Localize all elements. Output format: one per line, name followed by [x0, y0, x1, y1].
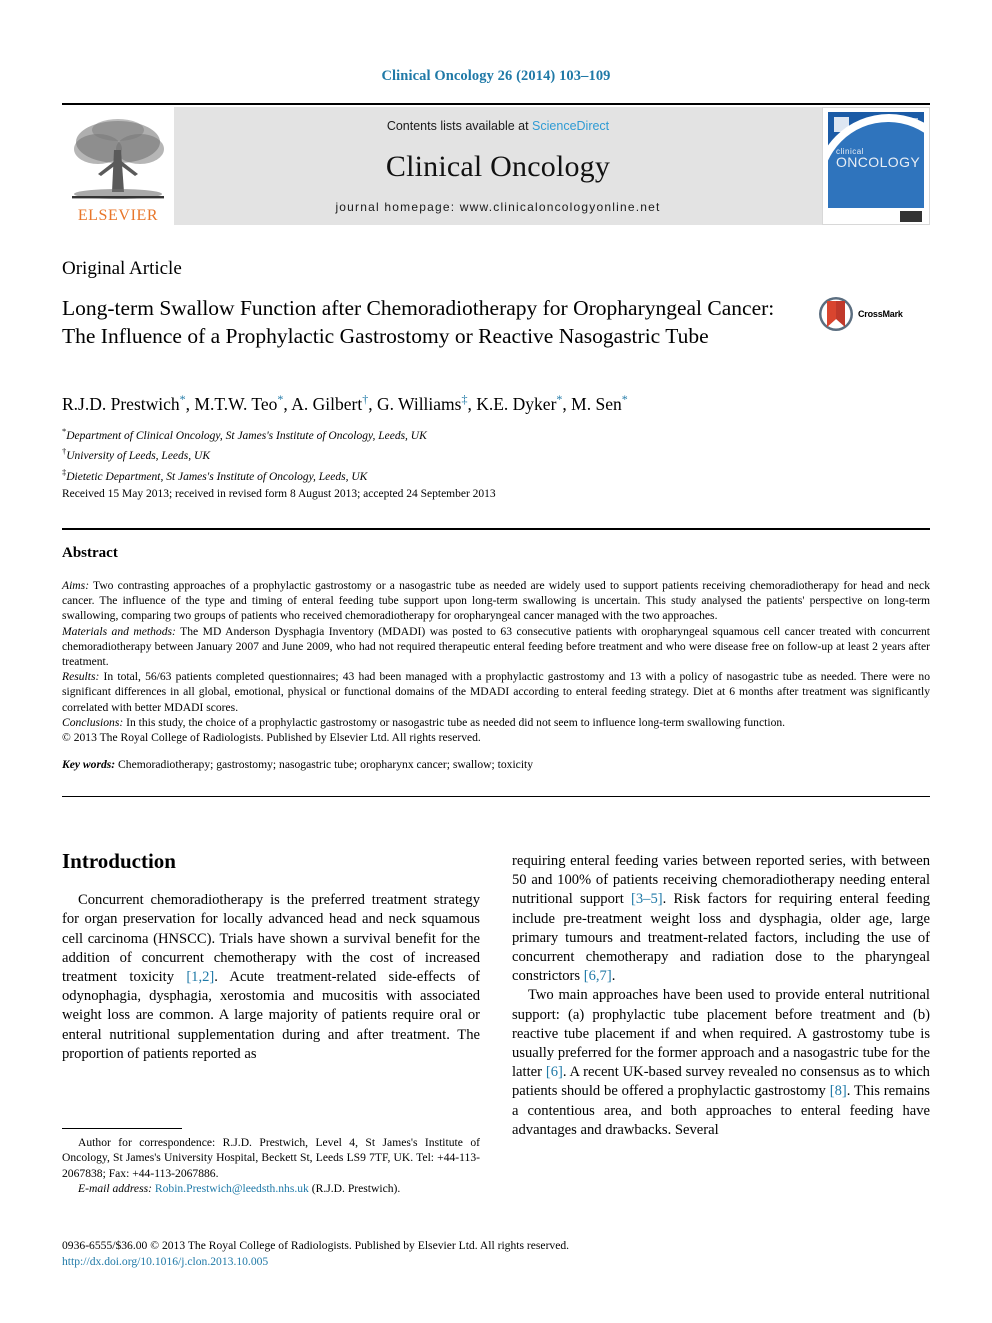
author-name: R.J.D. Prestwich [62, 393, 180, 414]
abstract-section: Aims: Two contrasting approaches of a pr… [62, 578, 930, 624]
author-name: M.T.W. Teo [194, 393, 278, 414]
doi-link[interactable]: http://dx.doi.org/10.1016/j.clon.2013.10… [62, 1255, 268, 1268]
contents-available-line: Contents lists available at ScienceDirec… [387, 119, 609, 133]
page-footer: 0936-6555/$36.00 © 2013 The Royal Colleg… [62, 1238, 930, 1270]
abstract-section-text: In total, 56/63 patients completed quest… [62, 670, 930, 714]
abstract-heading: Abstract [62, 545, 118, 561]
body-column-left: Introduction Concurrent chemoradiotherap… [62, 849, 480, 1064]
author-list: R.J.D. Prestwich*, M.T.W. Teo*, A. Gilbe… [62, 392, 628, 414]
author-affiliation-marker: † [362, 392, 369, 406]
article-history: Received 15 May 2013; received in revise… [62, 488, 496, 500]
crossmark-badge[interactable]: CrossMark [818, 296, 930, 332]
email-suffix: (R.J.D. Prestwich). [308, 1182, 401, 1196]
email-line: E-mail address: Robin.Prestwich@leedsth.… [62, 1181, 480, 1196]
body-paragraph: requiring enteral feeding varies between… [512, 852, 930, 986]
journal-title: Clinical Oncology [385, 149, 611, 183]
email-link[interactable]: Robin.Prestwich@leedsth.nhs.uk [155, 1182, 309, 1195]
running-head: Clinical Oncology 26 (2014) 103–109 [381, 68, 611, 84]
body-column-right: requiring enteral feeding varies between… [512, 852, 930, 1140]
citation-link[interactable]: [1,2] [186, 969, 214, 985]
affiliation-text: Dietetic Department, St James's Institut… [66, 470, 368, 483]
contents-prefix: Contents lists available at [386, 119, 533, 133]
abstract-section-text: In this study, the choice of a prophylac… [123, 715, 786, 729]
footnote-rule [62, 1128, 182, 1129]
abstract-section: Results: In total, 56/63 patients comple… [62, 669, 930, 715]
keywords-label: Key words: [62, 758, 116, 771]
body-paragraph: Two main approaches have been used to pr… [512, 986, 930, 1140]
affiliation-text: Department of Clinical Oncology, St Jame… [66, 429, 427, 442]
journal-cover-thumbnail: clinical ONCOLOGY [822, 107, 930, 225]
author-name: A. Gilbert [291, 393, 363, 414]
elsevier-logo: ELSEVIER [62, 107, 174, 225]
cover-title-line2: ONCOLOGY [836, 153, 921, 170]
abstract-section-text: The MD Anderson Dysphagia Inventory (MDA… [62, 624, 931, 669]
elsevier-wordmark: ELSEVIER [77, 207, 159, 224]
journal-homepage-link[interactable]: journal homepage: www.clinicaloncologyon… [335, 200, 660, 214]
crossmark-icon [819, 297, 853, 331]
author-affiliation-marker: * [621, 392, 628, 406]
elsevier-tree-icon [72, 119, 164, 199]
affiliation-text: University of Leeds, Leeds, UK [66, 450, 210, 463]
author-name: K.E. Dyker [476, 393, 557, 414]
sciencedirect-link[interactable]: ScienceDirect [532, 119, 609, 133]
abstract-section-label: Conclusions: [62, 715, 124, 729]
article-type-label: Original Article [62, 258, 182, 279]
correspondence-text: Author for correspondence: R.J.D. Prestw… [62, 1136, 480, 1180]
affiliation-list: *Department of Clinical Oncology, St Jam… [62, 424, 922, 485]
paragraph-text: . [611, 968, 616, 985]
right-column-text: requiring enteral feeding varies between… [512, 852, 930, 1140]
abstract-body: Aims: Two contrasting approaches of a pr… [62, 578, 930, 745]
affiliation-item: †University of Leeds, Leeds, UK [62, 444, 922, 464]
body-paragraph: Concurrent chemoradiotherapy is the pref… [62, 891, 480, 1064]
abstract-section-text: Two contrasting approaches of a prophyla… [62, 579, 930, 623]
author-affiliation-marker: * [277, 392, 284, 406]
abstract-section: Conclusions: In this study, the choice o… [62, 715, 930, 730]
journal-masthead: ELSEVIER Contents lists available at Sci… [62, 103, 930, 225]
abstract-bottom-rule [62, 796, 930, 797]
affiliation-item: *Department of Clinical Oncology, St Jam… [62, 424, 922, 444]
abstract-section-label: Materials and methods: [62, 624, 176, 638]
cover-barcode-badge [900, 211, 922, 222]
correspondence-footnote: Author for correspondence: R.J.D. Prestw… [62, 1128, 480, 1197]
page-title: Long-term Swallow Function after Chemora… [62, 296, 775, 348]
section-heading-introduction: Introduction [62, 849, 176, 873]
abstract-copyright: © 2013 The Royal College of Radiologists… [62, 731, 481, 745]
crossmark-label: CrossMark [858, 309, 903, 319]
author-name: G. Williams [376, 393, 462, 414]
abstract-section-label: Results: [62, 670, 100, 684]
citation-link[interactable]: [6] [546, 1064, 563, 1080]
keywords-line: Key words: Chemoradiotherapy; gastrostom… [62, 758, 930, 771]
citation-link[interactable]: [6,7] [584, 968, 612, 984]
cover-elsevier-mark-icon [834, 117, 849, 132]
keywords-text: Chemoradiotherapy; gastrostomy; nasogast… [115, 758, 534, 771]
email-address-label: E-mail address: [78, 1182, 152, 1196]
author-affiliation-marker: ‡ [461, 392, 468, 406]
journal-article-page: Clinical Oncology 26 (2014) 103–109 ELSE… [0, 0, 992, 1323]
left-column-text: Concurrent chemoradiotherapy is the pref… [62, 891, 480, 1064]
abstract-section: Materials and methods: The MD Anderson D… [62, 624, 930, 670]
author-affiliation-marker: * [179, 392, 186, 406]
author-name: M. Sen [571, 393, 622, 414]
issn-copyright-line: 0936-6555/$36.00 © 2013 The Royal Colleg… [62, 1239, 570, 1252]
abstract-top-rule [62, 528, 930, 530]
masthead-center: Contents lists available at ScienceDirec… [174, 107, 822, 225]
citation-link[interactable]: [8] [830, 1083, 847, 1099]
affiliation-item: ‡Dietetic Department, St James's Institu… [62, 465, 922, 485]
abstract-section-label: Aims: [62, 579, 90, 592]
citation-link[interactable]: [3–5] [631, 891, 663, 907]
author-affiliation-marker: * [556, 392, 563, 406]
